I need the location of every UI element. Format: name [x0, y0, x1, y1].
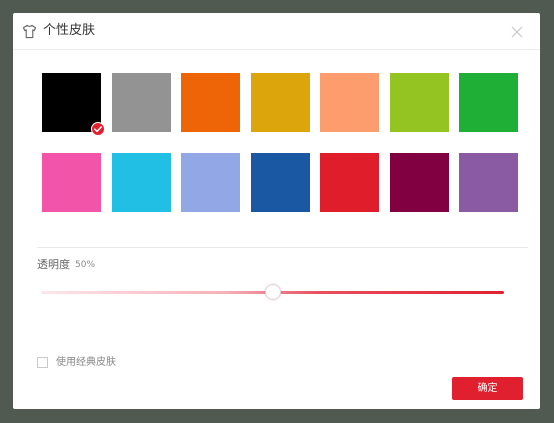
skin-swatch[interactable]: [320, 73, 379, 132]
skin-swatch[interactable]: [459, 153, 518, 212]
skin-swatch[interactable]: [181, 153, 240, 212]
skin-swatch[interactable]: [112, 153, 171, 212]
skin-dialog: 个性皮肤 透明度 50% 使用经典皮肤 确定: [13, 13, 540, 409]
skin-swatch[interactable]: [320, 153, 379, 212]
dialog-title: 个性皮肤: [43, 23, 96, 38]
classic-skin-label: 使用经典皮肤: [56, 357, 116, 368]
skin-swatch[interactable]: [390, 153, 449, 212]
skin-swatch[interactable]: [42, 73, 105, 136]
skin-swatch[interactable]: [459, 73, 518, 132]
skin-swatch[interactable]: [42, 153, 101, 212]
close-icon[interactable]: [510, 25, 524, 39]
confirm-button[interactable]: 确定: [452, 377, 523, 400]
divider: [37, 247, 528, 248]
dialog-titlebar: 个性皮肤: [13, 13, 540, 50]
checkmark-icon: [91, 122, 105, 136]
opacity-label: 透明度: [37, 258, 70, 271]
skin-swatch[interactable]: [251, 153, 310, 212]
slider-thumb[interactable]: [265, 284, 281, 300]
opacity-value: 50%: [75, 260, 96, 270]
skin-swatch[interactable]: [112, 73, 171, 132]
skin-color-grid: [42, 73, 518, 213]
tshirt-icon: [22, 24, 37, 39]
skin-swatch[interactable]: [181, 73, 240, 132]
classic-skin-checkbox[interactable]: [37, 357, 48, 368]
skin-swatch[interactable]: [251, 73, 310, 132]
opacity-slider[interactable]: [41, 283, 504, 303]
skin-swatch[interactable]: [390, 73, 449, 132]
